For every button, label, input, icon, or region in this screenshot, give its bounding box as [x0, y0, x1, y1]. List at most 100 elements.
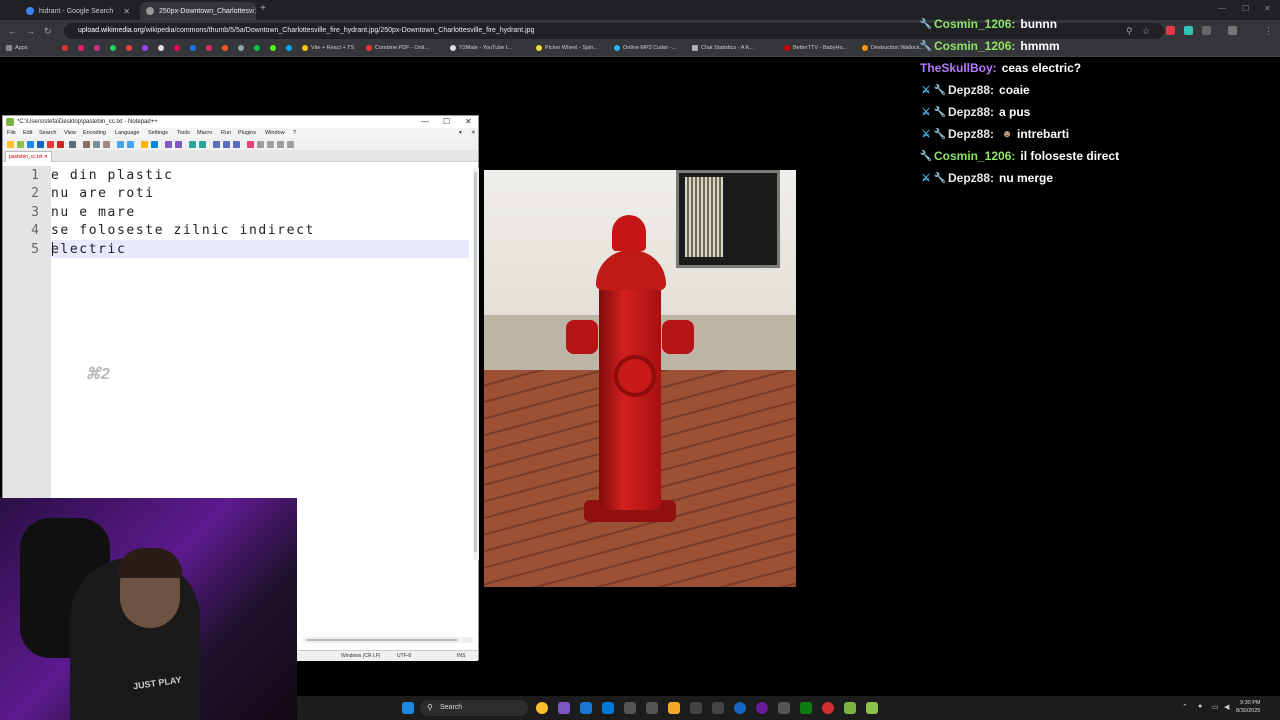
mic-icon[interactable]: ●	[1198, 703, 1202, 710]
bookmark-icon[interactable]	[206, 45, 212, 51]
copy-icon[interactable]	[93, 141, 100, 148]
app-icon[interactable]	[690, 702, 702, 714]
redo-icon[interactable]	[127, 141, 134, 148]
close-tab-icon[interactable]: ✕	[123, 7, 130, 16]
save-icon[interactable]	[27, 141, 34, 148]
bookmark-icon[interactable]	[238, 45, 244, 51]
gmail-icon[interactable]	[126, 45, 132, 51]
browser-tab-google[interactable]: hidrant - Google Search ✕	[20, 2, 136, 20]
back-icon[interactable]: ←	[8, 26, 17, 36]
undo-icon[interactable]	[117, 141, 124, 148]
replace-icon[interactable]	[151, 141, 158, 148]
app-icon[interactable]	[712, 702, 724, 714]
taskbar-search-box[interactable]: ⚲ Search	[420, 700, 528, 716]
youtube-icon[interactable]	[62, 45, 68, 51]
menu-language[interactable]: Language	[115, 130, 139, 136]
run-macro-icon[interactable]	[277, 141, 284, 148]
close-doc-icon[interactable]: ✕	[471, 130, 476, 136]
xbox-icon[interactable]	[800, 702, 812, 714]
forward-icon[interactable]: →	[26, 26, 35, 36]
scrollbar-thumb[interactable]	[307, 639, 457, 641]
bookmark-chat-statistics[interactable]: Chat Statistics - A K...	[692, 45, 754, 51]
indent-guide-icon[interactable]	[233, 141, 240, 148]
menu-search[interactable]: Search	[39, 130, 56, 136]
new-file-icon[interactable]	[7, 141, 14, 148]
discord-icon[interactable]	[558, 702, 570, 714]
find-icon[interactable]	[141, 141, 148, 148]
menu-settings[interactable]: Settings	[148, 130, 168, 136]
bookmark-icon[interactable]	[78, 45, 84, 51]
close-tab-icon[interactable]: ✕	[44, 154, 48, 160]
new-tab-button[interactable]: +	[260, 3, 266, 14]
chrome-icon[interactable]	[536, 702, 548, 714]
close-window-icon[interactable]: ✕	[465, 116, 472, 128]
bookmark-combine-pdf[interactable]: Combine PDF - Onli...	[366, 45, 429, 51]
menu-plugins[interactable]: Plugins	[238, 130, 256, 136]
menu-view[interactable]: View	[64, 130, 76, 136]
bookmark-destruction[interactable]: Destruction Wallock...	[862, 45, 924, 51]
bookmark-y2mate[interactable]: Y2Mate - YouTube t...	[450, 45, 512, 51]
windows-start-icon[interactable]	[402, 702, 414, 714]
app-icon[interactable]	[646, 702, 658, 714]
zoom-out-icon[interactable]	[175, 141, 182, 148]
menu-file[interactable]: File	[7, 130, 16, 136]
menu-help[interactable]: ?	[293, 130, 296, 136]
twitch-icon[interactable]	[142, 45, 148, 51]
browser-tab-hydrant-image[interactable]: 250px-Downtown_Charlottesvi ✕	[140, 2, 256, 20]
taskbar-clock[interactable]: 9:30 PM 8/30/2025	[1236, 699, 1260, 715]
tray-chevron-icon[interactable]: ⌃	[1182, 703, 1188, 711]
app-icon[interactable]	[844, 702, 856, 714]
bookmark-picker-wheel[interactable]: Picker Wheel - Spin...	[536, 45, 598, 51]
word-wrap-icon[interactable]	[213, 141, 220, 148]
menu-encoding[interactable]: Encoding	[83, 130, 106, 136]
minimize-icon[interactable]: —	[1218, 4, 1226, 13]
close-all-icon[interactable]	[57, 141, 64, 148]
sync-scroll-h-icon[interactable]	[199, 141, 206, 148]
show-all-chars-icon[interactable]	[223, 141, 230, 148]
bookmark-apps[interactable]: Apps	[6, 45, 28, 51]
vertical-scrollbar[interactable]	[473, 168, 479, 560]
scrollbar-thumb[interactable]	[474, 172, 477, 552]
maximize-icon[interactable]: ☐	[443, 116, 450, 128]
bookmark-icon[interactable]	[222, 45, 228, 51]
x-icon[interactable]	[158, 45, 164, 51]
menu-macro[interactable]: Macro	[197, 130, 212, 136]
sync-scroll-icon[interactable]	[189, 141, 196, 148]
save-macro-icon[interactable]	[287, 141, 294, 148]
zoom-in-icon[interactable]	[165, 141, 172, 148]
stop-macro-icon[interactable]	[257, 141, 264, 148]
minimize-icon[interactable]: —	[421, 116, 429, 128]
menu-tools[interactable]: Tools	[177, 130, 190, 136]
vscode-icon[interactable]	[602, 702, 614, 714]
menu-run[interactable]: Run	[221, 130, 231, 136]
paste-icon[interactable]	[103, 141, 110, 148]
npp-file-tab[interactable]: pastebin_cc.txt ✕	[5, 151, 52, 162]
close-window-icon[interactable]: ✕	[1264, 4, 1271, 13]
instagram-icon[interactable]	[94, 45, 100, 51]
unity-icon[interactable]	[624, 702, 636, 714]
open-file-icon[interactable]	[17, 141, 24, 148]
bookmark-icon[interactable]	[254, 45, 260, 51]
save-all-icon[interactable]	[37, 141, 44, 148]
whatsapp-icon[interactable]	[110, 45, 116, 51]
app-icon[interactable]	[778, 702, 790, 714]
notepad-plus-plus-icon[interactable]	[866, 702, 878, 714]
network-icon[interactable]: ▭	[1212, 703, 1219, 711]
obs-icon[interactable]	[756, 702, 768, 714]
facebook-icon[interactable]	[190, 45, 196, 51]
steam-icon[interactable]	[580, 702, 592, 714]
app-icon[interactable]	[822, 702, 834, 714]
print-icon[interactable]	[69, 141, 76, 148]
bookmark-icon[interactable]	[286, 45, 292, 51]
horizontal-scrollbar[interactable]	[303, 637, 473, 643]
record-macro-icon[interactable]	[247, 141, 254, 148]
close-tab-icon[interactable]: ✕	[254, 7, 256, 16]
reload-icon[interactable]: ↻	[44, 26, 52, 37]
bookmark-vite[interactable]: Vite + React + TS	[302, 45, 354, 51]
dropdown-icon[interactable]: ▾	[459, 130, 462, 136]
bookmark-mp3-cutter[interactable]: Online MP3 Cutter -...	[614, 45, 676, 51]
tiktok-icon[interactable]	[174, 45, 180, 51]
kick-icon[interactable]	[270, 45, 276, 51]
app-icon[interactable]	[734, 702, 746, 714]
play-macro-icon[interactable]	[267, 141, 274, 148]
